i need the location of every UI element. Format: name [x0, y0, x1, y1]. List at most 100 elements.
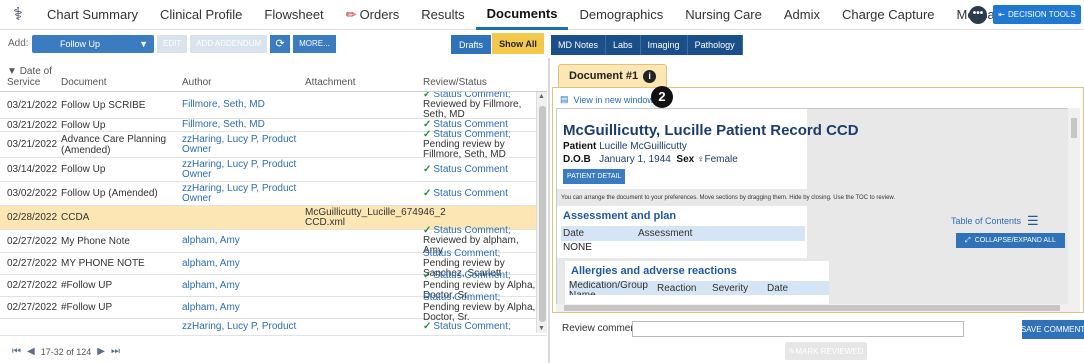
toc-label: Table of Contents	[951, 216, 1022, 226]
table-of-contents[interactable]: Table of Contents ☰	[951, 213, 1039, 229]
cell-date: 03/21/2022	[7, 119, 58, 131]
nav-tab-label: Nursing Care	[685, 7, 762, 22]
filter-tab-pathology[interactable]: Pathology	[688, 35, 743, 55]
sort-down-icon: ▼	[7, 66, 20, 77]
column-date-of-service[interactable]: ▼ Date of Service	[0, 66, 61, 88]
table-row[interactable]: 03/14/2022 Follow Up zzHaring, Lucy P, Pro…	[0, 158, 547, 182]
assessment-section[interactable]: Assessment and plan Date Assessment NONE	[557, 206, 807, 258]
cell-author[interactable]: zzHaring, Lucy P, Product Owner	[182, 183, 305, 204]
drafts-button[interactable]: Drafts	[451, 35, 491, 54]
cell-date: 02/27/2022	[7, 235, 58, 247]
cell-author[interactable]: alpham, Amy	[182, 236, 305, 246]
cell-author[interactable]: alpham, Amy	[182, 258, 305, 269]
filter-tab-md-notes[interactable]: MD Notes	[551, 35, 607, 55]
review-status-text: Pending review by Alpha, Doctor, Sr.	[423, 301, 536, 323]
add-document-select[interactable]: Follow Up ▼	[32, 34, 154, 53]
page-range: 17-32 of 124	[40, 346, 92, 357]
table-body: 03/21/2022 Follow Up SCRIBE Fillmore, Seth…	[0, 92, 547, 340]
nav-tab-label: Chart Summary	[47, 7, 139, 22]
cell-author[interactable]: alpham, Amy	[182, 302, 305, 313]
nav-tab-admix[interactable]: Admix	[773, 0, 831, 30]
table-row[interactable]: 02/27/2022 #Follow UP alpham, Amy Status Co…	[0, 292, 547, 322]
nav-tab-charge-capture[interactable]: Charge Capture	[831, 0, 946, 30]
cell-document: My Phone Note	[61, 235, 130, 247]
cell-document: CCDA	[61, 212, 90, 223]
previous-page-icon[interactable]: ◀	[27, 346, 35, 357]
document-tab[interactable]: Document #1 i	[558, 64, 668, 87]
filter-tab-labs[interactable]: Labs	[606, 35, 641, 55]
table-row[interactable]: 03/02/2022 Follow Up (Amended) zzHaring, L…	[0, 182, 547, 206]
viewer-vscroll-thumb[interactable]	[1071, 118, 1077, 138]
refresh-icon: ⟳	[275, 38, 285, 50]
filter-tabs: MD Notes Labs Imaging Pathology	[551, 35, 743, 55]
refresh-button[interactable]: ⟳	[270, 34, 291, 53]
show-all-button[interactable]: Show All	[492, 33, 544, 54]
info-icon[interactable]: i	[643, 69, 657, 83]
hamburger-icon[interactable]: ☰	[1027, 213, 1039, 229]
cell-author[interactable]: zzHaring, Lucy P, Product Owner	[182, 134, 305, 155]
checkmark-icon: ✓	[423, 187, 432, 199]
nav-tab-orders[interactable]: ✏ Orders	[335, 0, 411, 30]
cell-author[interactable]: Fillmore, Seth, MD	[182, 100, 305, 110]
nav-tab-flowsheet[interactable]: Flowsheet	[253, 0, 334, 30]
add-addendum-button[interactable]: ADD ADDENDUM	[190, 34, 268, 53]
nav-tab-label: Demographics	[579, 7, 664, 22]
save-comment-button[interactable]: SAVE COMMENT	[1021, 320, 1084, 339]
cell-author[interactable]: zzHaring, Lucy P, Product Owner	[182, 159, 305, 180]
status-comment-link[interactable]: Status Comment	[433, 188, 507, 199]
caduceus-logo-icon[interactable]: ⚕	[0, 4, 36, 25]
table-row[interactable]: 03/21/2022 Advance Care Planning (Amended…	[0, 129, 547, 159]
viewer-hscroll-thumb[interactable]	[564, 305, 1060, 311]
column-review-status[interactable]: Review/Status	[423, 77, 536, 88]
status-comment-link[interactable]: Status Comment;	[433, 321, 510, 332]
dob-label: D.O.B	[563, 154, 591, 165]
next-page-icon[interactable]: ▶	[97, 346, 105, 357]
nav-tab-results[interactable]: Results	[410, 0, 475, 30]
allergies-section[interactable]: Allergies and adverse reactions Medicati…	[565, 261, 829, 305]
viewer-vertical-scrollbar[interactable]	[1068, 108, 1080, 304]
allergies-col-date: Date	[767, 283, 789, 294]
nav-tab-documents[interactable]: Documents	[475, 0, 569, 30]
scroll-down-icon[interactable]: ▼	[538, 325, 545, 332]
column-author[interactable]: Author	[182, 77, 305, 88]
cell-date: 02/27/2022	[7, 280, 58, 291]
view-in-new-window-link[interactable]: ▤ View in new window	[560, 94, 654, 105]
nav-tab-demographics[interactable]: Demographics	[568, 0, 674, 30]
table-row[interactable]: 03/21/2022 Follow Up SCRIBE Fillmore, Seth…	[0, 92, 547, 120]
allergies-col-reaction: Reaction	[657, 283, 697, 294]
mark-reviewed-button[interactable]: ✎ MARK REVIEWED	[785, 342, 867, 360]
table-row[interactable]: zzHaring, Lucy P, Product ✓ Status Comment…	[0, 319, 547, 336]
nav-tabs: Chart Summary Clinical Profile Flowsheet ✏ O…	[36, 0, 1027, 30]
column-document[interactable]: Document	[61, 77, 182, 88]
checkmark-icon: ✓	[423, 321, 432, 332]
first-page-icon[interactable]: ⏮	[12, 346, 21, 357]
more-button[interactable]: MORE...	[293, 34, 336, 53]
nav-tab-clinical-profile[interactable]: Clinical Profile	[149, 0, 253, 30]
edit-button[interactable]: EDIT	[157, 34, 188, 53]
cell-author[interactable]: Fillmore, Seth, MD	[182, 120, 305, 130]
collapse-expand-all-button[interactable]: ⤢ COLLAPSE/EXPAND ALL	[956, 233, 1065, 248]
review-comment-input[interactable]	[632, 321, 964, 337]
table-scrollbar[interactable]: ▲ ▼	[536, 92, 547, 333]
last-page-icon[interactable]: ⏭	[111, 346, 120, 357]
column-attachment[interactable]: Attachment	[305, 77, 423, 88]
nav-tab-nursing-care[interactable]: Nursing Care	[674, 0, 773, 30]
patient-detail-button[interactable]: PATIENT DETAIL	[563, 169, 626, 184]
cell-author[interactable]: zzHaring, Lucy P, Product	[182, 322, 305, 332]
scroll-up-icon[interactable]: ▲	[538, 93, 545, 100]
cell-review-status: ✓ Status Comment; Reviewed by Fillmore, S…	[423, 92, 536, 120]
nav-tab-label: Clinical Profile	[160, 7, 243, 22]
more-options-button[interactable]: •••	[969, 6, 987, 24]
viewer-horizontal-scrollbar[interactable]	[556, 304, 1080, 312]
nav-tab-chart-summary[interactable]: Chart Summary	[36, 0, 149, 30]
cell-document: #Follow UP	[61, 280, 113, 291]
decision-tools-button[interactable]: ⇤ DECISION TOOLS	[993, 5, 1081, 24]
pager: ⏮ ◀ 17-32 of 124 ▶ ⏭	[12, 346, 120, 357]
cell-author[interactable]: alpham, Amy	[182, 280, 305, 291]
scroll-thumb[interactable]	[539, 106, 546, 322]
status-comment-link[interactable]: Status Comment	[433, 164, 507, 175]
pane-divider[interactable]	[548, 58, 550, 363]
pencil-icon: ✎	[788, 346, 796, 356]
arrow-left-icon: ⇤	[998, 10, 1005, 19]
filter-tab-imaging[interactable]: Imaging	[641, 35, 688, 55]
